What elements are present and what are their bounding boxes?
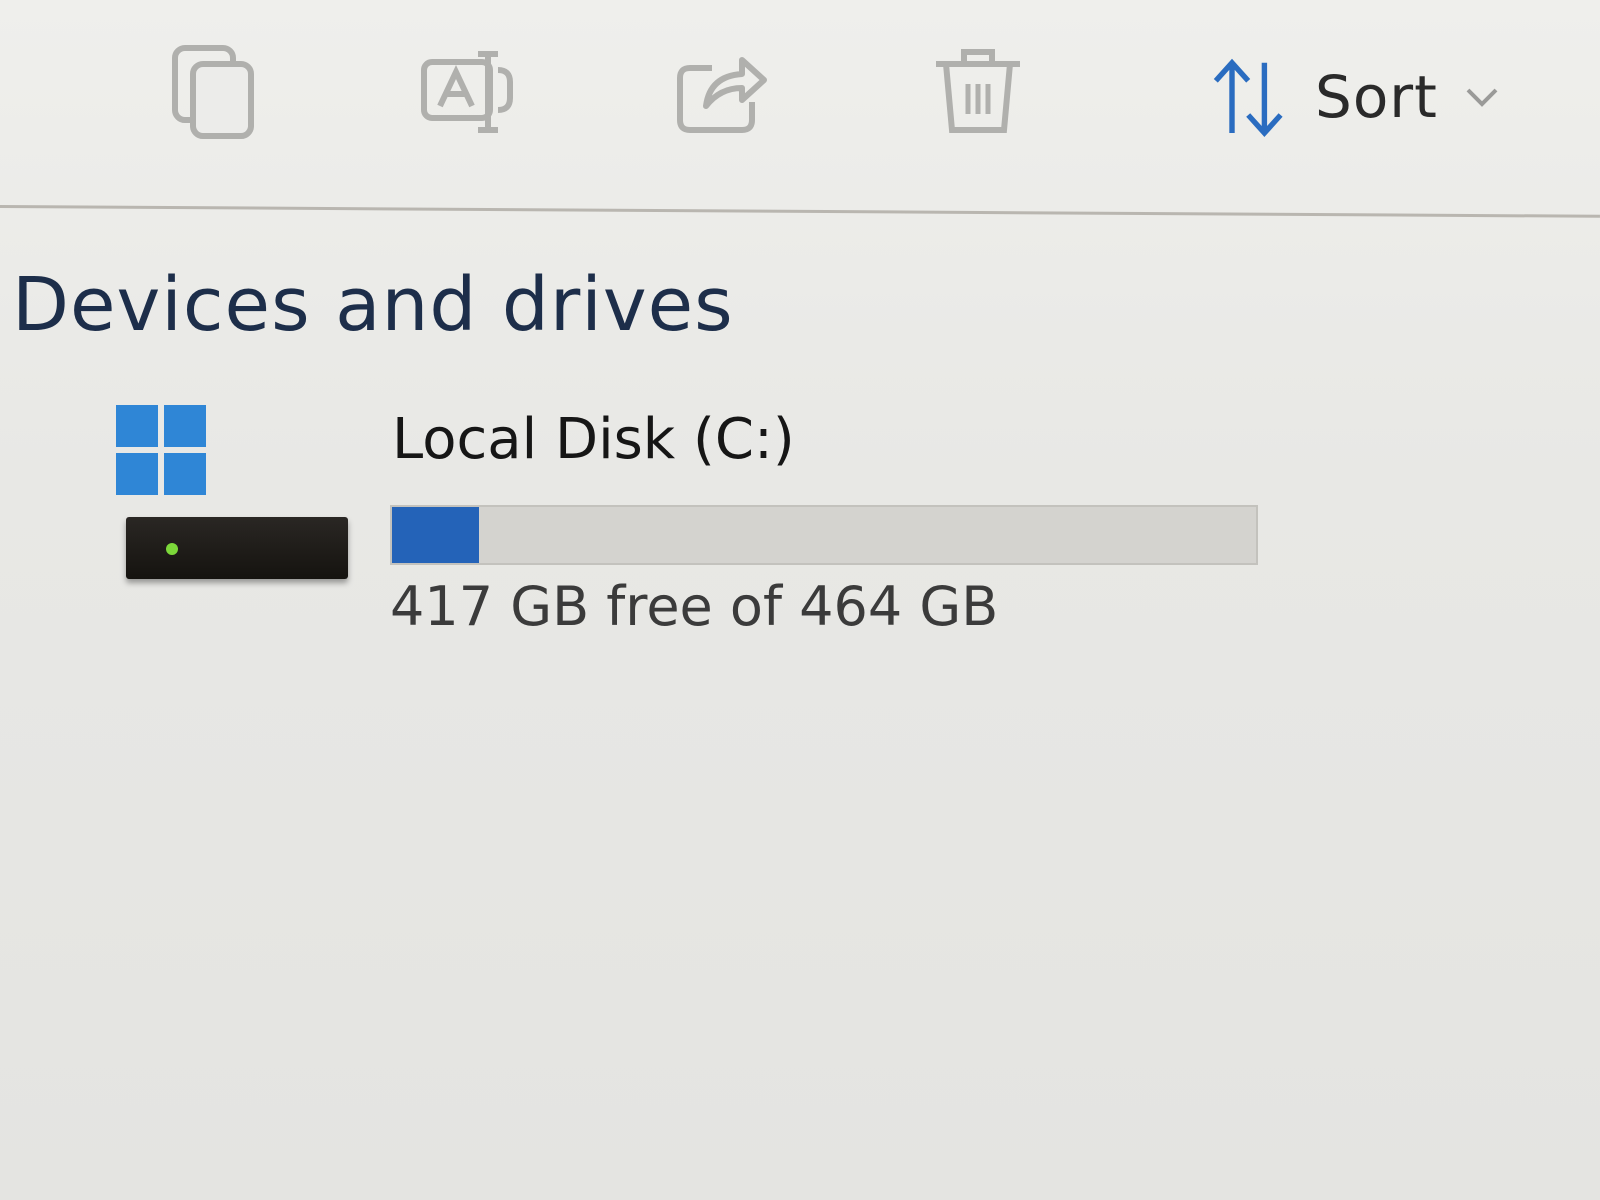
drive-space-text: 417 GB free of 464 GB: [390, 575, 999, 638]
share-button[interactable]: [672, 40, 772, 140]
drive-led-icon: [166, 543, 178, 555]
chevron-down-icon: [1464, 82, 1500, 112]
section-title: Devices and drives: [12, 262, 734, 348]
sort-label: Sort: [1315, 63, 1438, 131]
drive-tile-c[interactable]: Local Disk (C:) 417 GB free of 464 GB: [110, 405, 1310, 645]
sort-arrows-icon: [1205, 52, 1295, 142]
windows-logo-icon: [116, 405, 206, 495]
command-bar: Sort: [0, 0, 1600, 205]
share-icon: [677, 57, 767, 133]
toolbar-divider: [0, 205, 1600, 218]
delete-button[interactable]: [928, 40, 1028, 140]
trash-icon: [936, 49, 1020, 133]
drive-name: Local Disk (C:): [392, 407, 795, 472]
copy-button[interactable]: [165, 40, 265, 140]
file-explorer-view: Sort Devices and drives Local Disk (C:) …: [0, 0, 1600, 1200]
rename-icon: [421, 51, 513, 133]
windows-drive-icon: [110, 405, 350, 595]
drive-usage-bar: [390, 505, 1258, 565]
rename-button[interactable]: [418, 40, 518, 140]
hard-drive-icon: [126, 517, 348, 579]
copy-icon: [172, 45, 254, 139]
sort-button[interactable]: Sort: [1205, 52, 1500, 142]
drive-usage-fill: [392, 507, 480, 563]
